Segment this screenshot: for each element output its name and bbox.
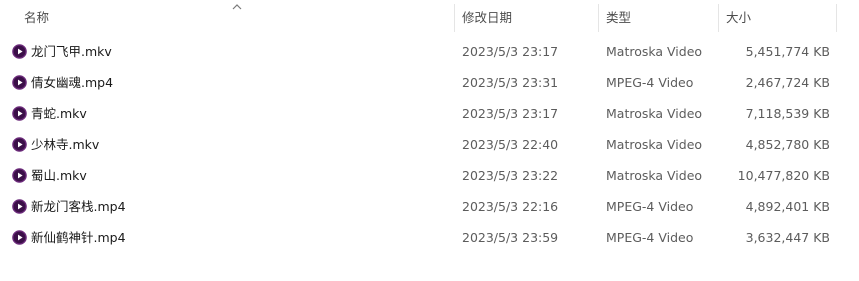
- file-row[interactable]: 龙门飞甲.mkv 2023/5/3 23:17 Matroska Video 5…: [0, 36, 859, 67]
- file-modified-date: 2023/5/3 23:22: [462, 168, 559, 183]
- video-file-icon: [12, 230, 27, 245]
- file-size: 5,451,774 KB: [745, 44, 830, 59]
- video-file-icon: [12, 44, 27, 59]
- file-size: 10,477,820 KB: [737, 168, 830, 183]
- column-divider[interactable]: [718, 4, 719, 32]
- file-name: 倩女幽魂.mp4: [31, 75, 114, 90]
- column-header-name[interactable]: 名称: [24, 4, 49, 32]
- file-row[interactable]: 青蛇.mkv 2023/5/3 23:17 Matroska Video 7,1…: [0, 98, 859, 129]
- file-modified-date: 2023/5/3 22:16: [462, 199, 559, 214]
- file-row[interactable]: 新龙门客栈.mp4 2023/5/3 22:16 MPEG-4 Video 4,…: [0, 191, 859, 222]
- column-divider[interactable]: [454, 4, 455, 32]
- file-modified-date: 2023/5/3 23:17: [462, 106, 559, 121]
- video-file-icon: [12, 106, 27, 121]
- video-file-icon: [12, 168, 27, 183]
- file-type: MPEG-4 Video: [606, 75, 694, 90]
- file-type: MPEG-4 Video: [606, 199, 694, 214]
- column-divider[interactable]: [598, 4, 599, 32]
- file-size: 4,852,780 KB: [745, 137, 830, 152]
- file-type: Matroska Video: [606, 168, 703, 183]
- file-name: 蜀山.mkv: [31, 168, 87, 183]
- file-row[interactable]: 倩女幽魂.mp4 2023/5/3 23:31 MPEG-4 Video 2,4…: [0, 67, 859, 98]
- file-type: MPEG-4 Video: [606, 230, 694, 245]
- file-name: 新仙鹤神针.mp4: [31, 230, 126, 245]
- file-type: Matroska Video: [606, 137, 703, 152]
- file-size: 4,892,401 KB: [745, 199, 830, 214]
- column-divider[interactable]: [836, 4, 837, 32]
- file-type: Matroska Video: [606, 106, 703, 121]
- file-row[interactable]: 少林寺.mkv 2023/5/3 22:40 Matroska Video 4,…: [0, 129, 859, 160]
- file-type: Matroska Video: [606, 44, 703, 59]
- file-modified-date: 2023/5/3 23:59: [462, 230, 559, 245]
- file-name: 少林寺.mkv: [31, 137, 100, 152]
- video-file-icon: [12, 137, 27, 152]
- file-name: 新龙门客栈.mp4: [31, 199, 126, 214]
- file-row[interactable]: 新仙鹤神针.mp4 2023/5/3 23:59 MPEG-4 Video 3,…: [0, 222, 859, 253]
- file-list: 龙门飞甲.mkv 2023/5/3 23:17 Matroska Video 5…: [0, 36, 859, 253]
- column-header-type[interactable]: 类型: [606, 4, 631, 32]
- file-modified-date: 2023/5/3 23:17: [462, 44, 559, 59]
- video-file-icon: [12, 75, 27, 90]
- file-size: 2,467,724 KB: [745, 75, 830, 90]
- file-name: 青蛇.mkv: [31, 106, 87, 121]
- file-size: 3,632,447 KB: [745, 230, 830, 245]
- file-modified-date: 2023/5/3 22:40: [462, 137, 559, 152]
- column-header-size[interactable]: 大小: [726, 4, 751, 32]
- file-modified-date: 2023/5/3 23:31: [462, 75, 559, 90]
- column-header-modified[interactable]: 修改日期: [462, 4, 512, 32]
- sort-ascending-icon[interactable]: [231, 2, 243, 12]
- file-row[interactable]: 蜀山.mkv 2023/5/3 23:22 Matroska Video 10,…: [0, 160, 859, 191]
- file-size: 7,118,539 KB: [745, 106, 830, 121]
- file-name: 龙门飞甲.mkv: [31, 44, 112, 59]
- video-file-icon: [12, 199, 27, 214]
- column-header-bar: 名称 修改日期 类型 大小: [0, 0, 859, 34]
